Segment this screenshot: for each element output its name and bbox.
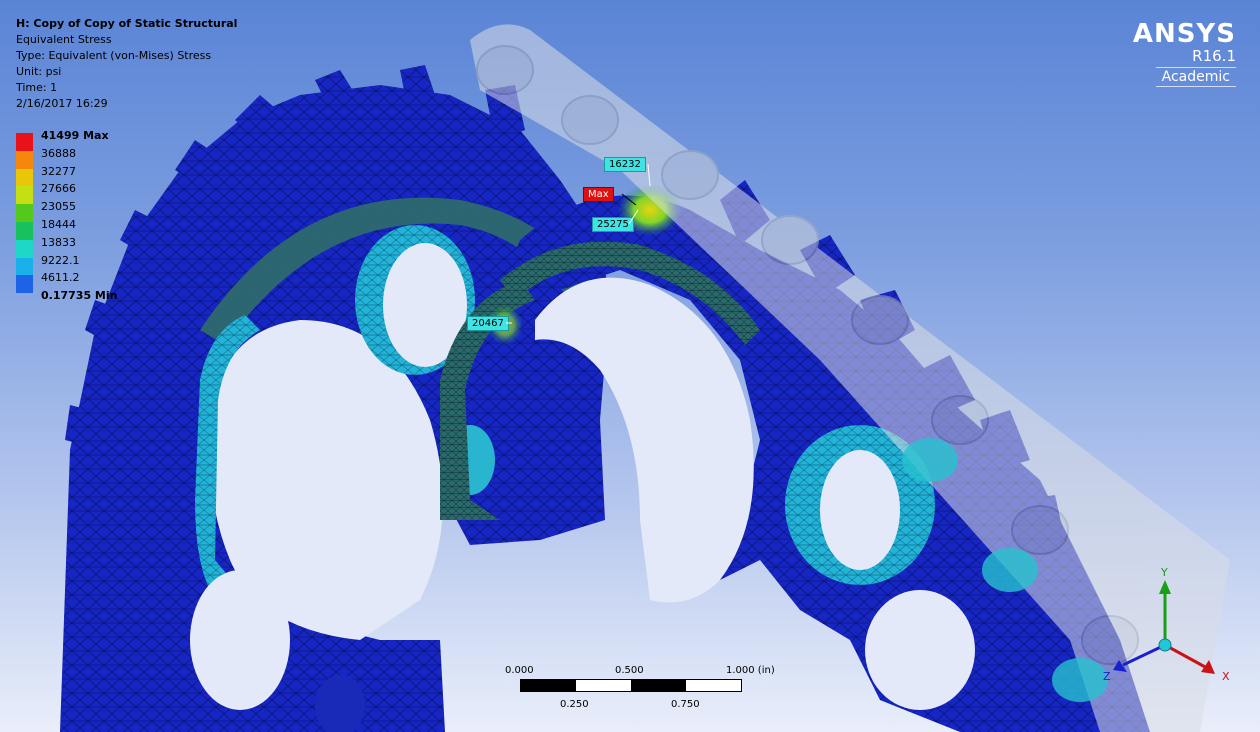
result-type: Type: Equivalent (von-Mises) Stress <box>16 49 212 62</box>
scale-bar-graphic <box>520 679 742 692</box>
triad-y-label: Y <box>1160 566 1168 579</box>
scale-tick-label: 0.250 <box>560 699 589 710</box>
result-unit: Unit: psi <box>16 65 62 78</box>
legend-swatch <box>16 257 33 276</box>
legend-label: 9222.1 <box>41 253 80 267</box>
scale-tick-label: 0.750 <box>671 699 700 710</box>
result-time: Time: 1 <box>16 81 58 94</box>
max-probe-label[interactable]: Max <box>583 187 614 202</box>
ansys-logo: ANSYS R16.1 Academic <box>1133 20 1236 87</box>
legend-label: 36888 <box>41 146 76 160</box>
scale-tick-label: 1.000 (in) <box>726 665 775 676</box>
probe-label[interactable]: 16232 <box>604 157 646 172</box>
legend-label: 18444 <box>41 217 76 231</box>
legend-swatch <box>16 168 33 187</box>
legend-label: 27666 <box>41 182 76 196</box>
legend-swatch <box>16 150 33 169</box>
result-timestamp: 2/16/2017 16:29 <box>16 97 108 110</box>
result-info-panel: H: Copy of Copy of Static Structural Equ… <box>16 16 237 112</box>
probe-label[interactable]: 25275 <box>592 217 634 232</box>
legend-label: 32277 <box>41 164 76 178</box>
legend-swatch <box>16 239 33 258</box>
legend-label: 23055 <box>41 200 76 214</box>
brand-edition: Academic <box>1155 67 1236 87</box>
legend-swatch <box>16 204 33 222</box>
result-name: Equivalent Stress <box>16 33 112 46</box>
legend-label: 4611.2 <box>41 271 80 285</box>
scale-bar: 0.000 0.500 1.000 (in) 0.250 0.750 <box>500 662 780 722</box>
coordinate-triad[interactable]: Y Z X <box>1095 560 1240 690</box>
legend-label: 13833 <box>41 235 76 249</box>
brand-version: R16.1 <box>1192 47 1236 65</box>
analysis-title: H: Copy of Copy of Static Structural <box>16 17 238 30</box>
legend-swatch <box>16 186 33 205</box>
legend-swatch <box>16 133 33 151</box>
probe-label[interactable]: 20467 <box>467 316 509 331</box>
legend-swatch <box>16 221 33 240</box>
legend-label: 0.17735 Min <box>41 289 118 303</box>
triad-x-label: X <box>1222 670 1230 683</box>
sprocket-left <box>60 65 610 732</box>
triad-z-label: Z <box>1103 670 1111 683</box>
brand-name: ANSYS <box>1132 19 1236 49</box>
scale-tick-label: 0.000 <box>505 665 534 676</box>
scale-tick-label: 0.500 <box>615 665 644 676</box>
legend-label: 41499 Max <box>41 129 109 142</box>
legend-swatch <box>16 275 33 294</box>
